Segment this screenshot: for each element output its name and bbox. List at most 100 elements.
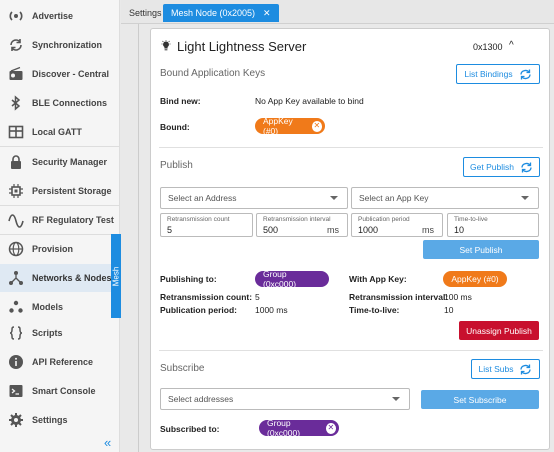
subscribe-addresses-select[interactable]: Select addresses bbox=[160, 388, 410, 410]
sidebar-item-scripts[interactable]: Scripts bbox=[0, 319, 112, 347]
sidebar-item-rf-regulatory-test[interactable]: RF Regulatory Test bbox=[0, 206, 114, 234]
subscribe-heading: Subscribe bbox=[160, 363, 205, 374]
with-app-key-label: With App Key: bbox=[349, 274, 407, 284]
collapse-card-icon[interactable]: ^ bbox=[509, 40, 514, 51]
appkey-select[interactable]: Select an App Key bbox=[351, 187, 539, 209]
address-placeholder: Select an Address bbox=[168, 193, 237, 203]
sidebar-item-label: Synchronization bbox=[32, 40, 103, 50]
sync-icon bbox=[8, 37, 24, 53]
sidebar-item-persistent-storage[interactable]: Persistent Storage bbox=[0, 177, 112, 205]
retransmission-interval-field[interactable]: Retransmission interval 500 ms bbox=[256, 213, 348, 237]
model-card: Light Lightness Server 0x1300 ^ Bound Ap… bbox=[150, 28, 550, 450]
ttl-value: 10 bbox=[444, 305, 454, 315]
sidebar-divider bbox=[0, 146, 120, 147]
chip-label: AppKey (#0) bbox=[263, 116, 293, 136]
refresh-icon bbox=[520, 364, 532, 374]
sidebar-item-discover-central[interactable]: Discover - Central bbox=[0, 60, 112, 88]
sidebar-item-label: Local GATT bbox=[32, 127, 82, 137]
sidebar-item-label: Discover - Central bbox=[32, 69, 110, 79]
sidebar-item-label: Provision bbox=[32, 244, 74, 254]
publishing-to-chip: Group (0xc000) bbox=[255, 269, 329, 289]
tab-bar: Settings Mesh Node (0x2005) ✕ bbox=[121, 0, 554, 24]
sidebar-item-label: Networks & Nodes bbox=[32, 273, 112, 283]
bind-new-label: Bind new: bbox=[160, 96, 201, 106]
table-icon bbox=[8, 124, 24, 140]
sidebar-item-label: Smart Console bbox=[32, 386, 96, 396]
sidebar-item-api-reference[interactable]: API Reference bbox=[0, 348, 112, 376]
sidebar-item-local-gatt[interactable]: Local GATT bbox=[0, 118, 112, 146]
publish-heading: Publish bbox=[160, 160, 193, 171]
pub-period-value: 1000 ms bbox=[255, 305, 288, 315]
gear-icon bbox=[8, 412, 24, 428]
field-label: Time-to-live bbox=[454, 216, 488, 223]
sidebar-item-label: Persistent Storage bbox=[32, 186, 112, 196]
time-to-live-field[interactable]: Time-to-live 10 bbox=[447, 213, 539, 237]
sidebar-item-settings[interactable]: Settings bbox=[0, 406, 112, 434]
sidebar-item-smart-console[interactable]: Smart Console bbox=[0, 377, 112, 405]
bound-keys-heading: Bound Application Keys bbox=[160, 68, 266, 79]
chip-label: Group (0xc000) bbox=[267, 418, 301, 438]
retrans-interval-value: 100 ms bbox=[444, 292, 472, 302]
field-value: 500 bbox=[263, 225, 279, 235]
sidebar-item-provision[interactable]: Provision bbox=[0, 235, 112, 263]
address-select[interactable]: Select an Address bbox=[160, 187, 348, 209]
app-root: Advertise Synchronization Discover - Cen… bbox=[0, 0, 554, 452]
retransmission-count-field[interactable]: Retransmission count 5 bbox=[160, 213, 253, 237]
remove-chip-icon[interactable]: ✕ bbox=[311, 120, 322, 132]
chevron-down-icon bbox=[330, 196, 338, 200]
close-tab-icon[interactable]: ✕ bbox=[263, 8, 271, 19]
tab-mesh-node[interactable]: Mesh Node (0x2005) ✕ bbox=[163, 4, 279, 22]
info-icon bbox=[8, 354, 24, 370]
lock-icon bbox=[8, 154, 24, 170]
retrans-count-value: 5 bbox=[255, 292, 260, 302]
field-value: 1000 bbox=[358, 225, 379, 235]
sidebar-item-label: Models bbox=[32, 302, 64, 312]
list-subs-button[interactable]: List Subs bbox=[471, 359, 540, 379]
publication-period-field[interactable]: Publication period 1000 ms bbox=[351, 213, 443, 237]
braces-icon bbox=[8, 325, 24, 341]
console-icon bbox=[8, 383, 24, 399]
field-label: Retransmission count bbox=[167, 216, 230, 223]
list-bindings-label: List Bindings bbox=[464, 69, 513, 79]
wave-icon bbox=[8, 212, 24, 228]
sidebar-item-label: RF Regulatory Test bbox=[32, 215, 114, 225]
mesh-side-tab[interactable]: Mesh bbox=[111, 234, 121, 318]
bound-appkey-chip: AppKey (#0) ✕ bbox=[255, 116, 325, 136]
sidebar-item-label: Security Manager bbox=[32, 157, 108, 167]
radio-icon bbox=[8, 66, 24, 82]
sidebar: Advertise Synchronization Discover - Cen… bbox=[0, 0, 121, 452]
pub-period-label: Publication period: bbox=[160, 305, 237, 315]
sidebar-item-ble-connections[interactable]: BLE Connections bbox=[0, 89, 112, 117]
field-unit: ms bbox=[327, 225, 339, 235]
chip-icon bbox=[8, 183, 24, 199]
sidebar-item-models[interactable]: Models bbox=[0, 293, 112, 321]
list-bindings-button[interactable]: List Bindings bbox=[456, 64, 540, 84]
field-label: Publication period bbox=[358, 216, 410, 223]
bluetooth-icon bbox=[8, 95, 24, 111]
get-publish-button[interactable]: Get Publish bbox=[463, 157, 540, 177]
sidebar-item-networks-nodes[interactable]: Networks & Nodes bbox=[0, 264, 112, 292]
collapse-sidebar-icon[interactable]: « bbox=[104, 436, 111, 449]
get-publish-label: Get Publish bbox=[470, 162, 514, 172]
subscribed-group-chip: Group (0xc000) ✕ bbox=[259, 418, 339, 438]
appkey-placeholder: Select an App Key bbox=[359, 193, 429, 203]
sidebar-item-advertise[interactable]: Advertise bbox=[0, 2, 112, 30]
remove-chip-icon[interactable]: ✕ bbox=[325, 422, 336, 434]
list-subs-label: List Subs bbox=[478, 364, 514, 374]
refresh-icon bbox=[521, 162, 532, 172]
tab-mesh-node-label: Mesh Node (0x2005) bbox=[171, 8, 256, 18]
refresh-icon bbox=[519, 69, 531, 79]
set-subscribe-button[interactable]: Set Subscribe bbox=[421, 390, 539, 409]
publishing-to-label: Publishing to: bbox=[160, 274, 217, 284]
subscribed-to-label: Subscribed to: bbox=[160, 424, 220, 434]
bound-label: Bound: bbox=[160, 122, 190, 132]
bind-new-value: No App Key available to bind bbox=[255, 96, 364, 106]
field-label: Retransmission interval bbox=[263, 216, 331, 223]
chevron-down-icon bbox=[392, 397, 400, 401]
sidebar-item-security-manager[interactable]: Security Manager bbox=[0, 148, 112, 176]
sidebar-item-label: BLE Connections bbox=[32, 98, 108, 108]
sidebar-item-synchronization[interactable]: Synchronization bbox=[0, 31, 112, 59]
unassign-publish-button[interactable]: Unassign Publish bbox=[459, 321, 539, 340]
set-publish-button[interactable]: Set Publish bbox=[423, 240, 539, 259]
with-app-key-chip: AppKey (#0) bbox=[443, 271, 507, 287]
